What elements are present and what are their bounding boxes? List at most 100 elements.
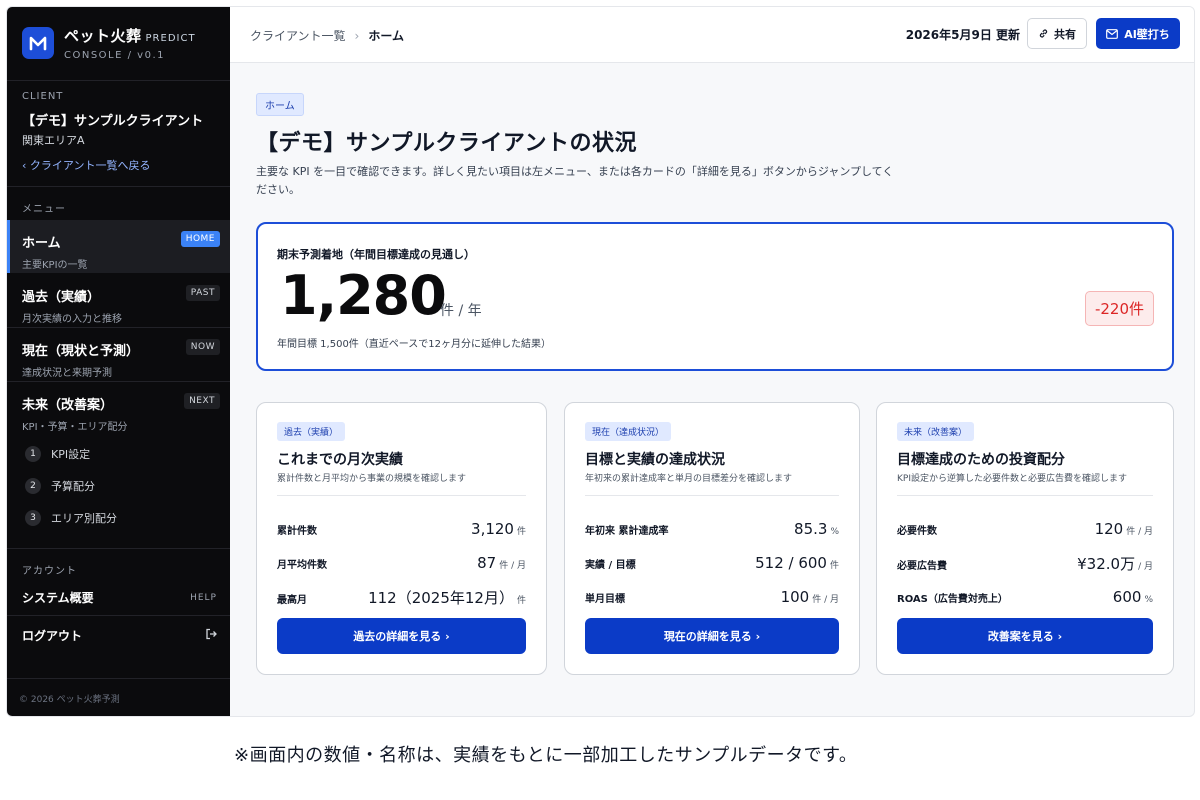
sidebar-item-past[interactable]: 過去（実績） 月次実績の入力と推移 PAST [7, 274, 230, 327]
metric-value: 85.3 [794, 520, 828, 538]
client-area: 関東エリアA [22, 134, 85, 147]
chevron-left-icon: ‹ [22, 159, 30, 172]
subitem-label: 予算配分 [51, 480, 95, 493]
brand[interactable]: ペット火葬 PREDICT CONSOLE / v0.1 [22, 25, 196, 61]
link-icon [1038, 28, 1049, 39]
nav-subtitle: 達成状況と来期予測 [22, 368, 112, 379]
system-overview-link[interactable]: システム概要 HELP [22, 589, 217, 606]
client-name: 【デモ】サンプルクライアント [22, 114, 204, 129]
metric-value: ¥32.0万 [1077, 555, 1136, 573]
metric-unit: / 月 [1138, 562, 1153, 572]
step-number: 1 [25, 446, 41, 462]
metric-label: ROAS（広告費対売上） [897, 594, 1008, 605]
card-divider [897, 495, 1153, 496]
sidebar-item-now[interactable]: 現在（現状と予測） 達成状況と来期予測 NOW [7, 328, 230, 381]
topbar: クライアント一覧 › ホーム 2026年5月9日 更新 共有 AI壁打ち [230, 7, 1194, 63]
metric-label: 年初来 累計達成率 [585, 526, 669, 537]
metric-row: 月平均件数 87 件 / 月 [277, 553, 526, 572]
card-title: 目標達成のための投資配分 [897, 452, 1065, 468]
metric-unit: 件 [829, 561, 839, 571]
sidebar-divider [7, 80, 230, 81]
metric-unit: % [1144, 595, 1153, 605]
metric-row: 最高月 112（2025年12月）件 [277, 587, 526, 608]
logout-button[interactable]: ログアウト [22, 627, 217, 644]
future-card: 未来（改善案） 目標達成のための投資配分 KPI設定から逆算した必要件数と必要広… [876, 402, 1174, 675]
page-title: 【デモ】サンプルクライアントの状況 [256, 131, 637, 156]
metric-value: 120 [1094, 520, 1124, 538]
sidebar-divider [7, 186, 230, 187]
card-subtitle: 累計件数と月平均から事業の規模を確認します [277, 474, 467, 484]
metric-unit: % [830, 527, 839, 537]
m-logo-icon [22, 27, 54, 59]
logout-icon [205, 628, 217, 643]
nav-badge: PAST [185, 285, 220, 301]
ai-chat-label: AI壁打ち [1124, 27, 1170, 41]
card-subtitle: KPI設定から逆算した必要件数と必要広告費を確認します [897, 474, 1127, 484]
step-number: 3 [25, 510, 41, 526]
breadcrumb-parent[interactable]: クライアント一覧 [250, 27, 346, 44]
share-button[interactable]: 共有 [1027, 18, 1087, 49]
metric-unit: 件 [516, 527, 526, 537]
metric-value: 3,120 [471, 520, 514, 538]
ai-chat-button[interactable]: AI壁打ち [1096, 18, 1180, 49]
brand-subtitle: CONSOLE / v0.1 [64, 50, 165, 61]
metric-unit: 件 [516, 596, 526, 606]
sidebar-subitem-budget[interactable]: 2 予算配分 [25, 478, 95, 494]
brand-name: ペット火葬 [64, 27, 142, 45]
metric-label: 必要広告費 [897, 561, 947, 572]
footnote: ※画面内の数値・名称は、実績をもとに一部加工したサンプルデータです。 [234, 745, 858, 766]
sidebar-divider [7, 615, 230, 616]
metric-value: 600 [1112, 588, 1142, 606]
nav-badge: HOME [180, 231, 220, 247]
subitem-label: エリア別配分 [51, 512, 117, 525]
metric-row: 必要件数 120 件 / 月 [897, 519, 1153, 538]
help-label: HELP [190, 592, 217, 603]
app-window: ペット火葬 PREDICT CONSOLE / v0.1 CLIENT 【デモ】サ… [6, 6, 1195, 717]
page-description: 主要な KPI を一目で確認できます。詳しく見たい項目は左メニュー、または各カー… [256, 165, 894, 196]
breadcrumb-separator: › [354, 28, 360, 43]
metric-label: 必要件数 [897, 526, 937, 537]
metric-label: 単月目標 [585, 594, 625, 605]
logout-label: ログアウト [22, 629, 83, 643]
sidebar-subitem-area[interactable]: 3 エリア別配分 [25, 510, 117, 526]
metric-row: 年初来 累計達成率 85.3% [585, 519, 839, 538]
nav-subtitle: KPI・予算・エリア配分 [22, 422, 128, 433]
now-detail-button[interactable]: 現在の詳細を見る › [585, 618, 839, 654]
hero-delta-badge: -220件 [1084, 291, 1154, 326]
metric-value: 87 [477, 554, 497, 572]
past-card: 過去（実績） これまでの月次実績 累計件数と月平均から事業の規模を確認します 累… [256, 402, 547, 675]
metric-row: 必要広告費 ¥32.0万 / 月 [897, 553, 1153, 574]
system-overview-label: システム概要 [22, 591, 94, 605]
metric-row: 実績 / 目標 512 / 600 件 [585, 553, 839, 572]
past-detail-button[interactable]: 過去の詳細を見る › [277, 618, 526, 654]
breadcrumb-current: ホーム [368, 29, 404, 43]
future-plan-button[interactable]: 改善案を見る › [897, 618, 1153, 654]
account-section-label: アカウント [22, 566, 77, 577]
metric-label: 累計件数 [277, 526, 317, 537]
card-title: これまでの月次実績 [277, 452, 403, 468]
page-chip: ホーム [256, 93, 304, 116]
metric-value: 112（2025年12月） [368, 589, 514, 607]
forecast-hero-card: 期末予測着地（年間目標達成の見通し） 1,280 件 / 年 年間目標 1,50… [256, 222, 1174, 371]
card-subtitle: 年初来の累計達成率と単月の目標差分を確認します [585, 474, 793, 484]
client-section-label: CLIENT [22, 91, 64, 102]
nav-badge: NOW [185, 339, 220, 355]
breadcrumb: クライアント一覧 › ホーム [250, 27, 404, 44]
share-label: 共有 [1054, 27, 1076, 41]
updated-date: 2026年5月9日 更新 [905, 28, 1020, 42]
metric-label: 月平均件数 [277, 560, 327, 571]
now-card: 現在（達成状況） 目標と実績の達成状況 年初来の累計達成率と単月の目標差分を確認… [564, 402, 860, 675]
back-link-label: クライアント一覧へ戻る [29, 159, 151, 172]
main-content: クライアント一覧 › ホーム 2026年5月9日 更新 共有 AI壁打ち ホーム… [230, 7, 1194, 716]
sidebar-item-next[interactable]: 未来（改善案） KPI・予算・エリア配分 NEXT [7, 382, 230, 435]
sidebar-subitem-kpi[interactable]: 1 KPI設定 [25, 446, 90, 462]
back-to-client-list-link[interactable]: ‹ クライアント一覧へ戻る [22, 157, 150, 173]
step-number: 2 [25, 478, 41, 494]
metric-row: 累計件数 3,120 件 [277, 519, 526, 538]
metric-row: 単月目標 100 件 / 月 [585, 587, 839, 606]
metric-unit: 件 / 月 [1126, 527, 1153, 537]
metric-row: ROAS（広告費対売上） 600% [897, 587, 1153, 606]
sidebar-item-home[interactable]: ホーム 主要KPIの一覧 HOME [7, 220, 230, 273]
metric-label: 最高月 [277, 595, 307, 606]
nav-subtitle: 主要KPIの一覧 [22, 260, 88, 271]
